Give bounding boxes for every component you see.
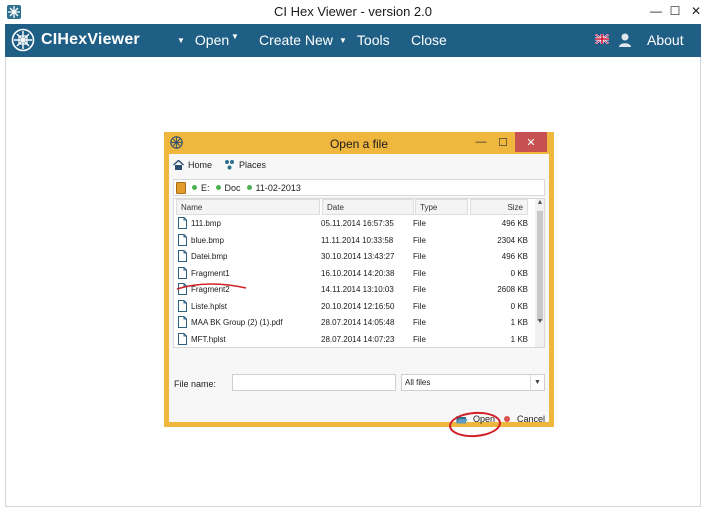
home-button[interactable]: Home	[173, 159, 213, 170]
scroll-down-icon[interactable]: ▼	[535, 318, 544, 328]
breadcrumb-drive[interactable]: E:	[201, 183, 210, 193]
menu-create-new-label: Create New	[259, 32, 333, 48]
dialog-minimize-button[interactable]: —	[469, 132, 493, 152]
file-name-input[interactable]	[232, 374, 396, 391]
menu-open[interactable]: ▼ Open	[177, 32, 229, 48]
breadcrumb-dot-icon	[246, 185, 252, 190]
places-label: Places	[239, 159, 267, 170]
close-window-button[interactable]: ✕	[683, 0, 706, 22]
places-button[interactable]: Places	[224, 159, 266, 170]
brand[interactable]: CIHexViewer	[11, 28, 140, 52]
file-type-select[interactable]: All files ▼	[401, 374, 545, 391]
file-name-label: File name:	[174, 379, 217, 389]
dialog-toolbar: Home Places	[173, 159, 278, 170]
uk-flag-icon[interactable]	[595, 34, 609, 44]
menu-tools-label: Tools	[356, 32, 390, 48]
dialog-maximize-button[interactable]: ☐	[491, 132, 515, 152]
user-icon[interactable]	[618, 32, 632, 48]
home-label: Home	[188, 159, 213, 170]
frame-border-right	[700, 57, 701, 507]
home-icon	[173, 159, 184, 170]
chevron-down-icon: ▼	[530, 375, 544, 390]
menu-open-label: Open	[194, 32, 230, 48]
breadcrumb-folder-doc[interactable]: Doc	[225, 183, 241, 193]
dialog-close-button[interactable]: ✕	[515, 132, 547, 152]
menu-create-new[interactable]: Create New	[259, 32, 333, 48]
about-link[interactable]: About	[647, 32, 684, 48]
caret-create-new: ▼	[231, 32, 249, 41]
cancel-button[interactable]: Cancel	[504, 414, 545, 424]
frame-border-left	[5, 57, 6, 507]
path-breadcrumb: E: Doc 11-02-2013	[173, 179, 545, 196]
cancel-button-label: Cancel	[517, 414, 546, 424]
app-navbar: CIHexViewer ▼ Open Create New ▼ Tools Cl…	[5, 24, 701, 57]
dialog-body: Home Places E: Doc 11-02-2013 Name Date …	[169, 154, 549, 439]
window-title: CI Hex Viewer - version 2.0	[274, 4, 432, 19]
caret-down-icon: ▼	[231, 32, 239, 41]
places-icon	[225, 160, 235, 170]
breadcrumb-dot-icon	[192, 185, 197, 190]
file-list-scrollbar[interactable]: ▲ ▼	[535, 199, 544, 347]
file-type-value: All files	[405, 378, 431, 387]
brand-logo-icon	[11, 28, 35, 52]
file-list: Name Date Type Size 111.bmp 05.11.2014 16…	[173, 198, 545, 348]
scroll-thumb[interactable]	[537, 211, 543, 321]
dialog-titlebar[interactable]: Open a file — ☐ ✕	[164, 132, 554, 154]
window-titlebar: CI Hex Viewer - version 2.0 — ☐ ✕	[0, 0, 706, 24]
menu-tools[interactable]: ▼ Tools	[339, 32, 390, 48]
drive-icon	[176, 181, 186, 194]
caret-down-icon: ▼	[177, 35, 185, 45]
scroll-up-icon[interactable]: ▲	[535, 199, 544, 209]
menu-close[interactable]: Close	[411, 32, 447, 48]
frame-border-bottom	[5, 506, 701, 507]
caret-down-icon: ▼	[339, 35, 347, 45]
breadcrumb-folder-date[interactable]: 11-02-2013	[256, 183, 301, 193]
red-underline-annotation	[176, 283, 247, 290]
cancel-dot-icon	[504, 416, 510, 422]
breadcrumb-dot-icon	[215, 185, 221, 190]
open-file-dialog: Open a file — ☐ ✕ Home Places E: Doc 11-…	[164, 132, 554, 439]
menu-close-label: Close	[411, 32, 447, 48]
brand-name: CIHexViewer	[41, 31, 140, 48]
